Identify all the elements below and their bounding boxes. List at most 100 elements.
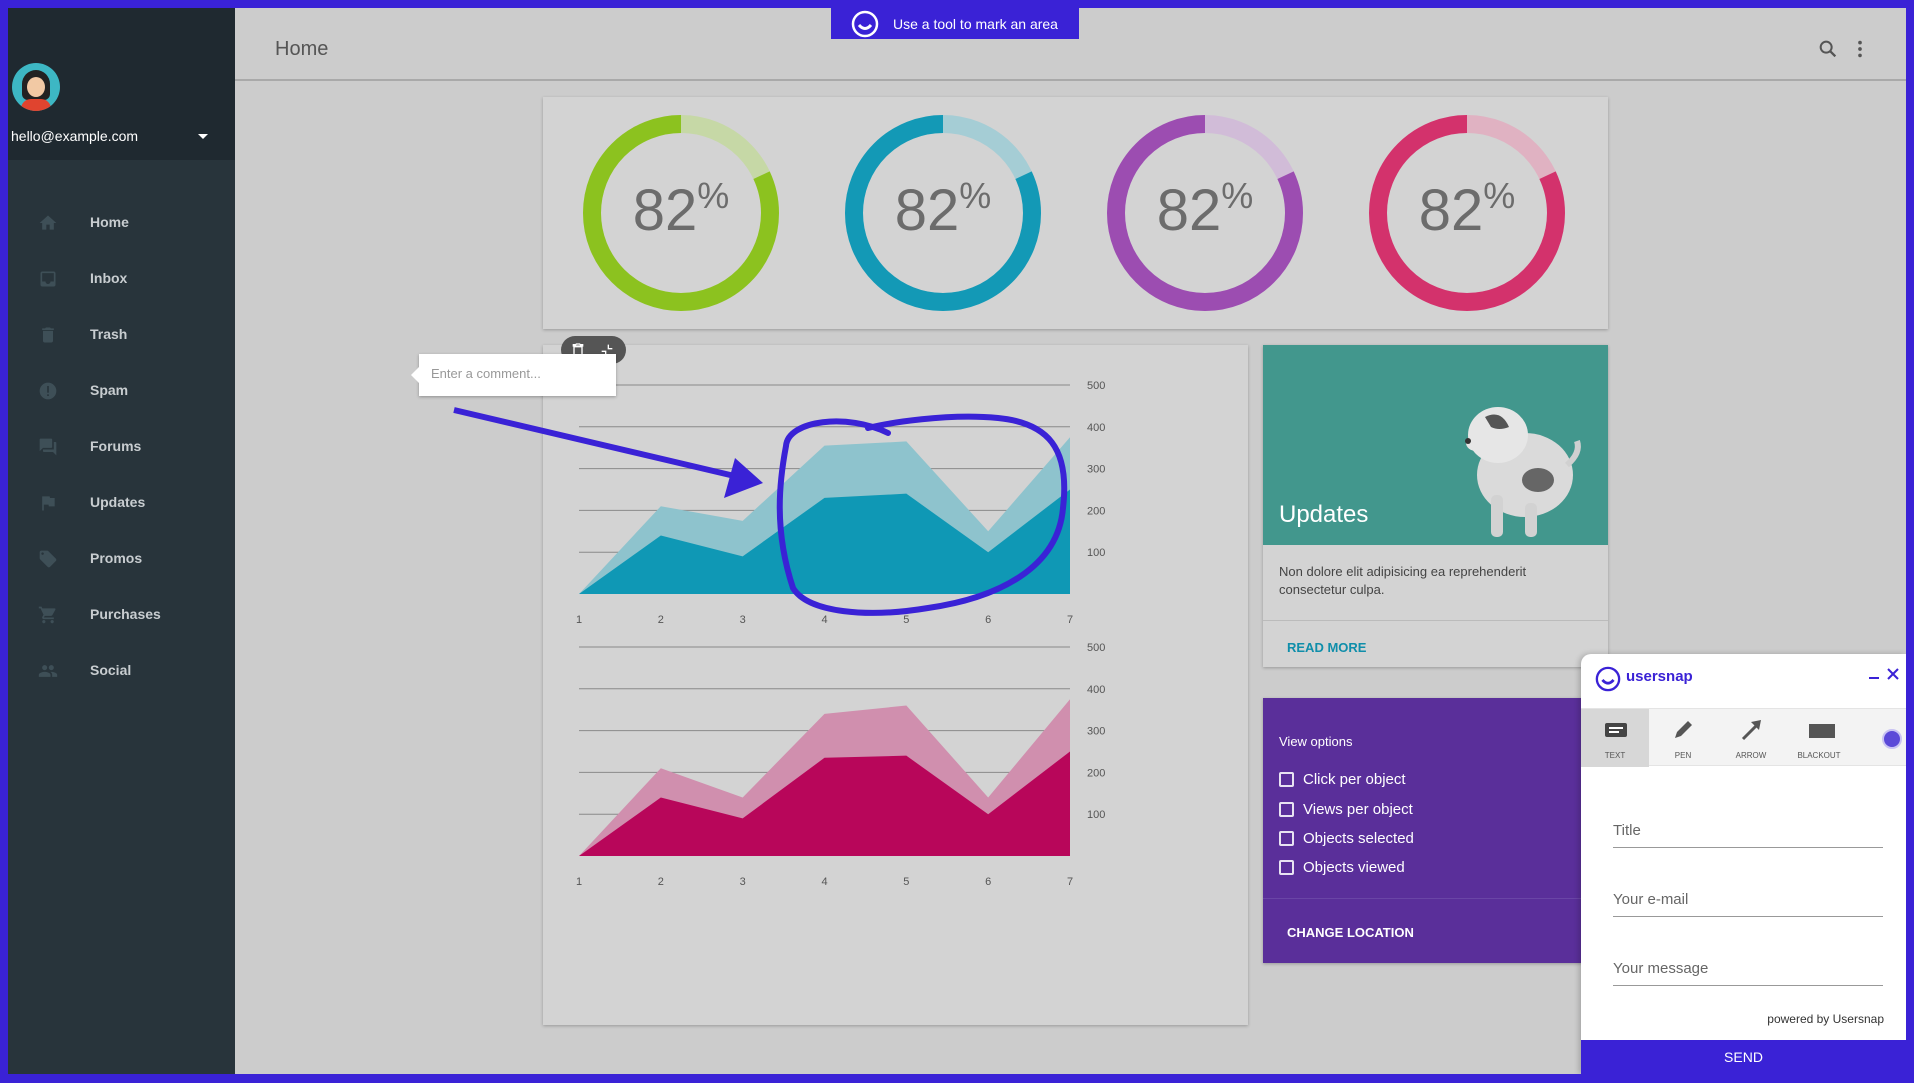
view-options-card: View options Click per object Views per … [1263, 698, 1608, 963]
pen-icon [1675, 721, 1692, 738]
title-placeholder: Title [1613, 822, 1641, 839]
donut-chart: 82% [1105, 113, 1305, 313]
sidebar-item-label: Promos [90, 550, 143, 566]
donut-value: 82% [894, 175, 992, 243]
option-label: Objects selected [1303, 829, 1414, 847]
account-dropdown-icon[interactable] [198, 134, 208, 139]
inbox-icon [40, 271, 56, 287]
app-frame: hello@example.com Home Inbox Trash Spam [8, 8, 1906, 1074]
checkbox[interactable] [1279, 801, 1294, 817]
message-field[interactable]: Your message [1613, 960, 1883, 986]
sidebar-item-inbox[interactable]: Inbox [8, 251, 235, 307]
sidebar-item-label: Forums [90, 438, 142, 454]
y-tick-label: 300 [1087, 464, 1105, 476]
checkbox[interactable] [1279, 771, 1294, 787]
email-placeholder: Your e-mail [1613, 891, 1689, 908]
tool-arrow[interactable]: ARROW [1717, 709, 1785, 767]
usersnap-logo-icon [1595, 666, 1621, 692]
x-tick-label: 5 [903, 876, 909, 888]
checkbox[interactable] [1279, 830, 1294, 846]
donut-card: 82% 82% 82% 82% [543, 97, 1608, 329]
message-placeholder: Your message [1613, 960, 1709, 977]
sidebar: hello@example.com Home Inbox Trash Spam [8, 8, 235, 1074]
usersnap-banner-logo-icon [851, 10, 879, 37]
y-tick-label: 200 [1087, 505, 1105, 517]
read-more-button[interactable]: READ MORE [1287, 640, 1366, 655]
sidebar-item-purchases[interactable]: Purchases [8, 587, 235, 643]
trash-icon [42, 327, 54, 343]
x-tick-label: 4 [821, 614, 827, 626]
x-tick-label: 4 [821, 876, 827, 888]
spam-icon [39, 382, 57, 400]
option-click-per-object[interactable]: Click per object [1279, 769, 1406, 789]
page-title: Home [275, 38, 329, 60]
tag-icon [39, 550, 57, 568]
x-tick-label: 3 [740, 614, 746, 626]
sidebar-item-social[interactable]: Social [8, 643, 235, 699]
title-field[interactable]: Title [1613, 822, 1883, 848]
tool-blackout[interactable]: BLACKOUT [1785, 709, 1853, 767]
usersnap-banner: Use a tool to mark an area [831, 8, 1079, 39]
sidebar-item-promos[interactable]: Promos [8, 531, 235, 587]
flag-icon [42, 496, 55, 511]
tool-pen[interactable]: PEN [1649, 709, 1717, 767]
y-tick-label: 100 [1087, 809, 1105, 821]
send-button[interactable]: SEND [1581, 1040, 1906, 1074]
banner-text: Use a tool to mark an area [893, 15, 1058, 32]
donut-value: 82% [1418, 175, 1516, 243]
sidebar-item-spam[interactable]: Spam [8, 363, 235, 419]
donut-chart: 82% [843, 113, 1043, 313]
area-charts: 500 400 300 200 100 1 2 3 4 5 6 7 500 400 300 200 100 1 2 3… [576, 380, 1105, 888]
updates-title: Updates [1279, 501, 1369, 528]
sidebar-item-updates[interactable]: Updates [8, 475, 235, 531]
x-tick-label: 3 [740, 876, 746, 888]
sidebar-item-label: Trash [90, 326, 128, 342]
x-tick-label: 5 [903, 614, 909, 626]
email-field[interactable]: Your e-mail [1613, 891, 1883, 917]
usersnap-brand: usersnap [1626, 668, 1693, 685]
more-vert-icon[interactable] [1849, 38, 1871, 60]
option-objects-selected[interactable]: Objects selected [1279, 828, 1414, 848]
view-options-title: View options [1279, 734, 1353, 749]
updates-hero: Updates [1263, 345, 1608, 545]
sidebar-nav: Home Inbox Trash Spam Forums Updates Pro… [8, 195, 235, 699]
donut-chart: 82% [1367, 113, 1567, 313]
sidebar-item-label: Updates [90, 494, 146, 510]
updates-card: Updates Non dolore elit adipisicing ea r… [1263, 345, 1608, 667]
comment-box[interactable]: Enter a comment... [411, 354, 616, 396]
change-location-button[interactable]: CHANGE LOCATION [1287, 925, 1414, 940]
usersnap-toolbar: TEXT PEN ARROW BLACKOUT [1581, 708, 1906, 767]
minimize-icon[interactable] [1867, 666, 1881, 680]
color-picker[interactable] [1882, 729, 1902, 749]
y-tick-label: 200 [1087, 767, 1105, 779]
option-views-per-object[interactable]: Views per object [1279, 799, 1413, 819]
usersnap-panel: usersnap TEXT PEN ARROW BLACKOUT Title Y… [1581, 654, 1906, 1074]
arrow-tool-icon [1741, 720, 1761, 741]
option-objects-viewed[interactable]: Objects viewed [1279, 857, 1405, 877]
people-icon [38, 665, 58, 677]
checkbox[interactable] [1279, 859, 1294, 875]
tool-label: BLACKOUT [1797, 751, 1841, 760]
sidebar-item-forums[interactable]: Forums [8, 419, 235, 475]
option-label: Objects viewed [1303, 858, 1405, 876]
tool-text[interactable]: TEXT [1581, 709, 1649, 767]
comment-input[interactable]: Enter a comment... [431, 366, 541, 381]
option-label: Click per object [1303, 770, 1406, 788]
powered-by: powered by Usersnap [1767, 1012, 1884, 1026]
area-chart-card: 500 400 300 200 100 1 2 3 4 5 6 7 500 400 300 200 100 1 2 3… [543, 345, 1248, 1025]
close-icon[interactable] [1885, 666, 1901, 682]
forum-icon [39, 438, 57, 456]
option-label: Views per object [1303, 800, 1413, 818]
donut-chart: 82% [581, 113, 781, 313]
avatar[interactable] [12, 63, 60, 111]
search-icon[interactable] [1817, 38, 1839, 60]
sidebar-item-label: Spam [90, 382, 129, 398]
divider [1263, 898, 1608, 899]
sidebar-item-home[interactable]: Home [8, 195, 235, 251]
sidebar-item-trash[interactable]: Trash [8, 307, 235, 363]
sidebar-item-label: Home [90, 214, 129, 230]
y-tick-label: 300 [1087, 726, 1105, 738]
updates-text: Non dolore elit adipisicing ea reprehend… [1279, 564, 1527, 597]
x-tick-label: 6 [985, 614, 991, 626]
x-tick-label: 1 [576, 614, 582, 626]
